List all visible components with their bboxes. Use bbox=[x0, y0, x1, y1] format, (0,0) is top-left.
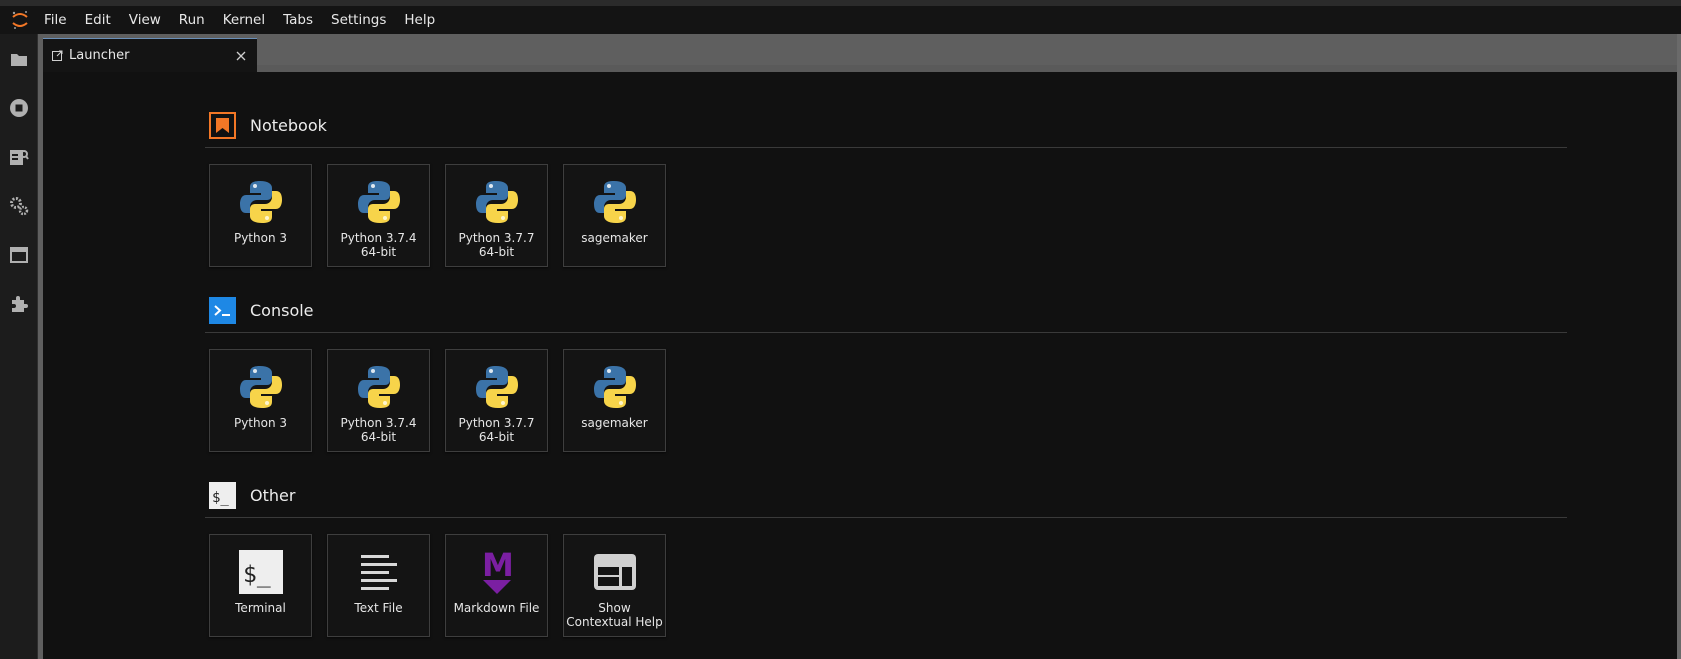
notebook-icon bbox=[209, 112, 236, 139]
folder-icon[interactable] bbox=[0, 42, 38, 76]
other-card-text-file[interactable]: Text File bbox=[327, 534, 430, 637]
tab-launcher-label: Launcher bbox=[69, 48, 130, 63]
console-section: Console Python 3 Python 3.7.4 64-bit Pyt… bbox=[205, 289, 1567, 452]
console-card-python377[interactable]: Python 3.7.7 64-bit bbox=[445, 349, 548, 452]
other-card-markdown-file[interactable]: M Markdown File bbox=[445, 534, 548, 637]
menu-settings[interactable]: Settings bbox=[322, 6, 395, 34]
notebook-card-python377[interactable]: Python 3.7.7 64-bit bbox=[445, 164, 548, 267]
python-logo-icon bbox=[354, 362, 404, 412]
menu-run[interactable]: Run bbox=[170, 6, 214, 34]
markdown-icon: M bbox=[472, 547, 522, 597]
python-logo-icon bbox=[354, 177, 404, 227]
svg-text:M: M bbox=[482, 548, 514, 584]
terminal-small-icon: $_ bbox=[209, 482, 236, 509]
running-icon[interactable] bbox=[0, 91, 38, 125]
close-icon[interactable] bbox=[233, 48, 249, 64]
console-card-sagemaker[interactable]: sagemaker bbox=[563, 349, 666, 452]
other-section: $_ Other $_ Terminal Text File M Markdow… bbox=[205, 474, 1567, 637]
console-section-title: Console bbox=[250, 301, 314, 320]
python-logo-icon bbox=[236, 362, 286, 412]
card-label: Python 3.7.4 64-bit bbox=[340, 416, 417, 444]
svg-text:$_: $_ bbox=[212, 490, 229, 506]
menu-edit[interactable]: Edit bbox=[76, 6, 120, 34]
card-label: sagemaker bbox=[581, 231, 648, 245]
other-section-title: Other bbox=[250, 486, 296, 505]
notebook-section-title: Notebook bbox=[250, 116, 327, 135]
property-inspector-icon[interactable] bbox=[0, 140, 38, 174]
other-card-terminal[interactable]: $_ Terminal bbox=[209, 534, 312, 637]
menu-bar: File Edit View Run Kernel Tabs Settings … bbox=[0, 6, 1681, 34]
text-file-icon bbox=[354, 547, 404, 597]
notebook-card-sagemaker[interactable]: sagemaker bbox=[563, 164, 666, 267]
menu-tabs[interactable]: Tabs bbox=[274, 6, 322, 34]
python-logo-icon bbox=[472, 177, 522, 227]
python-logo-icon bbox=[590, 362, 640, 412]
menu-file[interactable]: File bbox=[40, 6, 76, 34]
card-label: Python 3.7.4 64-bit bbox=[340, 231, 417, 259]
card-label: sagemaker bbox=[581, 416, 648, 430]
gears-icon[interactable] bbox=[0, 189, 38, 223]
console-section-header: Console bbox=[205, 289, 1567, 333]
python-logo-icon bbox=[236, 177, 286, 227]
notebook-section: Notebook Python 3 Python 3.7.4 64-bit Py… bbox=[205, 104, 1567, 267]
svg-text:$_: $_ bbox=[243, 562, 271, 588]
jupyter-logo-icon bbox=[0, 6, 40, 34]
console-icon bbox=[209, 297, 236, 324]
launcher-icon bbox=[52, 46, 63, 65]
card-label: Python 3.7.7 64-bit bbox=[458, 231, 535, 259]
menu-help[interactable]: Help bbox=[395, 6, 444, 34]
tab-launcher[interactable]: Launcher bbox=[43, 38, 257, 72]
console-card-python3[interactable]: Python 3 bbox=[209, 349, 312, 452]
python-logo-icon bbox=[472, 362, 522, 412]
left-sidebar bbox=[0, 34, 38, 659]
card-label: Show Contextual Help bbox=[566, 601, 663, 629]
card-label: Text File bbox=[354, 601, 403, 615]
card-label: Markdown File bbox=[453, 601, 540, 615]
menu-kernel[interactable]: Kernel bbox=[214, 6, 274, 34]
terminal-icon: $_ bbox=[236, 547, 286, 597]
menu-view[interactable]: View bbox=[120, 6, 170, 34]
console-card-python374[interactable]: Python 3.7.4 64-bit bbox=[327, 349, 430, 452]
card-label: Terminal bbox=[235, 601, 286, 615]
other-card-contextual-help[interactable]: Show Contextual Help bbox=[563, 534, 666, 637]
other-section-header: $_ Other bbox=[205, 474, 1567, 518]
extension-icon[interactable] bbox=[0, 287, 38, 321]
card-label: Python 3 bbox=[233, 416, 288, 430]
tab-bar-underline bbox=[43, 65, 1681, 72]
notebook-section-header: Notebook bbox=[205, 104, 1567, 148]
python-logo-icon bbox=[590, 177, 640, 227]
tabs-icon[interactable] bbox=[0, 238, 38, 272]
contextual-help-icon bbox=[590, 547, 640, 597]
right-edge-divider bbox=[1677, 34, 1681, 659]
notebook-card-python3[interactable]: Python 3 bbox=[209, 164, 312, 267]
card-label: Python 3 bbox=[233, 231, 288, 245]
notebook-card-python374[interactable]: Python 3.7.4 64-bit bbox=[327, 164, 430, 267]
card-label: Python 3.7.7 64-bit bbox=[458, 416, 535, 444]
launcher-panel: Notebook Python 3 Python 3.7.4 64-bit Py… bbox=[43, 72, 1681, 659]
